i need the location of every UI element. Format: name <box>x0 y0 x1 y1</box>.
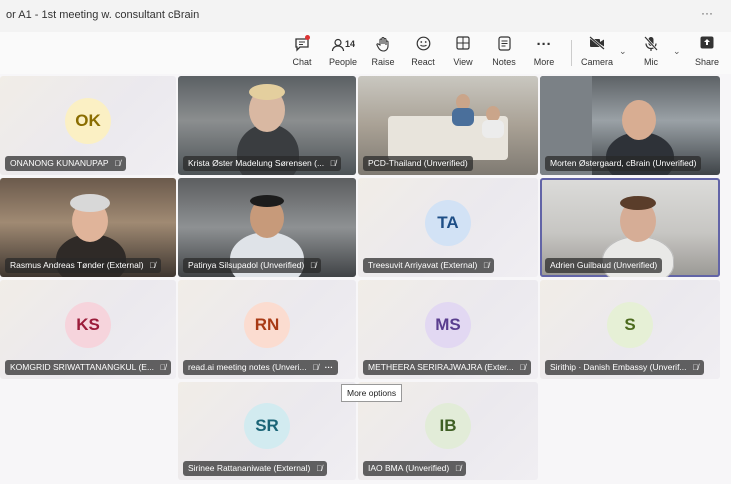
chat-icon <box>281 35 323 54</box>
participant-name-label: Adrien Guilbaud (Unverified) <box>545 258 663 273</box>
mic-button[interactable]: Mic <box>630 36 672 67</box>
hand-icon <box>362 36 404 54</box>
mic-muted-icon: 🎙̸ <box>330 159 337 168</box>
notes-label: Notes <box>492 57 516 67</box>
participant-name-label: KOMGRID SRIWATTANANGKUL (E... 🎙̸ <box>5 360 172 375</box>
meeting-title: or A1 - 1st meeting w. consultant cBrain <box>6 9 200 21</box>
share-button[interactable]: Share <box>686 36 728 67</box>
view-button[interactable]: View <box>442 36 484 67</box>
chat-label: Chat <box>292 57 312 67</box>
mic-muted-icon: 🎙̸ <box>160 363 167 372</box>
share-icon <box>686 36 728 54</box>
participant-avatar: S <box>607 301 653 348</box>
participant-tile[interactable]: MS METHEERA SERIRAJWAJRA (Exter... 🎙̸ <box>358 280 538 379</box>
mic-muted-icon: 🎙̸ <box>114 159 121 168</box>
participant-video-tile[interactable]: Rasmus Andreas Tønder (External) 🎙̸ <box>0 178 176 277</box>
more-options-tooltip: More options <box>341 384 403 402</box>
participant-tile[interactable]: SR Sirinee Rattananiwate (External) 🎙̸ <box>178 382 356 480</box>
participant-name-label: IAO BMA (Unverified) 🎙̸ <box>363 461 467 476</box>
participant-tile[interactable]: KS KOMGRID SRIWATTANANGKUL (E... 🎙̸ <box>0 280 176 379</box>
participant-avatar: RN <box>244 301 290 348</box>
participant-tile[interactable]: TA Treesuvit Arriyavat (External) 🎙̸ <box>358 178 538 277</box>
more-label: More <box>533 57 555 67</box>
participant-name-label: Sirithip · Danish Embassy (Unverif... 🎙̸ <box>545 360 704 375</box>
window-more-button[interactable]: ··· <box>701 6 713 20</box>
participant-name-label: Krista Øster Madelung Sørensen (... 🎙̸ <box>183 156 342 171</box>
participant-video-tile[interactable]: Krista Øster Madelung Sørensen (... 🎙̸ <box>178 76 356 175</box>
camera-off-icon <box>576 36 618 54</box>
participant-name-label: Morten Østergaard, cBrain (Unverified) <box>545 156 702 171</box>
mic-muted-icon: 🎙̸ <box>455 464 462 473</box>
participant-name-label: read.ai meeting notes (Unveri... 🎙̸ ··· <box>183 360 339 375</box>
grid-icon <box>442 36 484 54</box>
participant-name-label: PCD-Thailand (Unverified) <box>363 156 473 171</box>
video-gallery: OK ONANONG KUNANUPAP 🎙̸ Krista Øster Made… <box>0 74 731 484</box>
participant-name-label: METHEERA SERIRAJWAJRA (Exter... 🎙̸ <box>363 360 531 375</box>
participant-video-tile[interactable]: Morten Østergaard, cBrain (Unverified) <box>540 76 720 175</box>
notes-button[interactable]: Notes <box>483 36 525 67</box>
participant-avatar: TA <box>425 199 471 246</box>
mic-off-icon <box>630 36 672 54</box>
camera-button[interactable]: Camera <box>576 36 618 67</box>
people-icon: 14 <box>322 36 364 54</box>
more-icon: ··· <box>536 36 552 53</box>
react-label: React <box>411 57 435 67</box>
mic-label: Mic <box>644 57 658 67</box>
participant-name-label: Sirinee Rattananiwate (External) 🎙̸ <box>183 461 328 476</box>
share-label: Share <box>694 57 720 67</box>
participant-avatar: SR <box>244 403 290 449</box>
participant-video-tile[interactable]: PCD-Thailand (Unverified) <box>358 76 538 175</box>
participant-avatar: MS <box>425 301 471 348</box>
raise-hand-button[interactable]: Raise <box>362 36 404 67</box>
toolbar-separator <box>571 40 572 66</box>
mic-muted-icon: 🎙̸ <box>692 363 699 372</box>
participant-video-tile[interactable]: Patinya Silsupadol (Unverified) 🎙̸ <box>178 178 356 277</box>
raise-label: Raise <box>371 57 395 67</box>
chat-button[interactable]: Chat <box>281 35 323 67</box>
notes-icon <box>483 36 525 54</box>
participant-video-tile-active-speaker[interactable]: Adrien Guilbaud (Unverified) <box>540 178 720 277</box>
participant-avatar: IB <box>425 403 471 449</box>
participant-name-label: Patinya Silsupadol (Unverified) 🎙̸ <box>183 258 322 273</box>
mic-muted-icon: 🎙̸ <box>483 261 490 270</box>
participant-name-label: Treesuvit Arriyavat (External) 🎙̸ <box>363 258 495 273</box>
meeting-toolbar: Chat 14 People Raise React View Notes ··… <box>0 32 731 74</box>
people-button[interactable]: 14 People <box>322 36 364 67</box>
more-button[interactable]: ··· More <box>523 36 565 67</box>
react-button[interactable]: React <box>402 36 444 67</box>
window-titlebar: or A1 - 1st meeting w. consultant cBrain… <box>0 0 731 33</box>
participant-name-label: ONANONG KUNANUPAP 🎙̸ <box>5 156 126 171</box>
mic-muted-icon: 🎙̸ <box>149 261 156 270</box>
smile-icon <box>402 36 444 54</box>
people-label: People <box>328 57 358 67</box>
mic-muted-icon: 🎙̸ <box>312 363 319 372</box>
chat-unread-dot <box>305 35 310 40</box>
camera-label: Camera <box>580 57 613 67</box>
people-count: 14 <box>344 39 355 49</box>
participant-tile[interactable]: S Sirithip · Danish Embassy (Unverif... 🎙… <box>540 280 720 379</box>
mic-muted-icon: 🎙̸ <box>519 363 526 372</box>
more-options-button[interactable]: ··· <box>325 362 334 372</box>
participant-tile[interactable]: RN read.ai meeting notes (Unveri... 🎙̸ ··· <box>178 280 356 379</box>
mic-options-chevron-icon[interactable]: ⌄ <box>673 46 681 57</box>
mic-muted-icon: 🎙̸ <box>316 464 323 473</box>
view-label: View <box>453 57 473 67</box>
camera-options-chevron-icon[interactable]: ⌄ <box>619 46 627 57</box>
mic-muted-icon: 🎙̸ <box>310 261 317 270</box>
participant-avatar: KS <box>65 301 111 348</box>
participant-name-label: Rasmus Andreas Tønder (External) 🎙̸ <box>5 258 161 273</box>
participant-avatar: OK <box>65 97 111 144</box>
participant-tile[interactable]: OK ONANONG KUNANUPAP 🎙̸ <box>0 76 176 175</box>
